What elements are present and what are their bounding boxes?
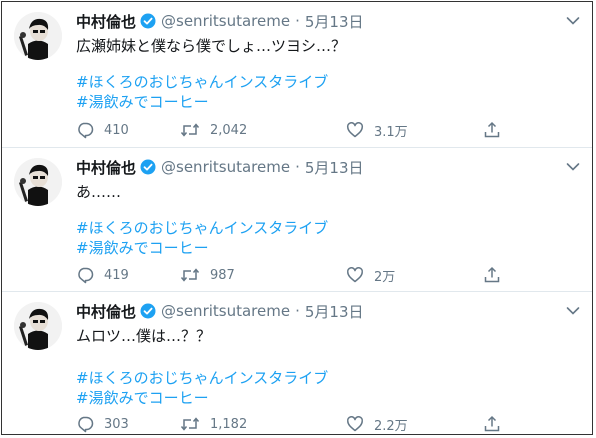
tweet-actions: 410 2,042 3.1万 [76, 120, 572, 140]
tweet-actions: 303 1,182 2.2万 [76, 414, 572, 434]
verified-badge-icon [140, 303, 156, 319]
tweet-1[interactable]: 中村倫也 @senritsutareme · 5月13日 広瀬姉妹と僕なら僕でし… [2, 2, 592, 148]
heart-icon [346, 267, 364, 283]
tweet-3[interactable]: 中村倫也 @senritsutareme · 5月13日 ムロツ…僕は…？？ #… [2, 292, 592, 434]
tweet-text: ムロツ…僕は…？？ [76, 327, 212, 345]
retweet-count: 2,042 [210, 122, 248, 138]
tweet-header: 中村倫也 @senritsutareme · 5月13日 [76, 157, 562, 177]
retweet-icon [180, 268, 200, 282]
separator-dot: · [295, 12, 300, 30]
tweet-list: 中村倫也 @senritsutareme · 5月13日 広瀬姉妹と僕なら僕でし… [1, 1, 593, 435]
like-count: 2万 [374, 269, 396, 285]
retweet-count: 987 [210, 267, 235, 283]
reply-icon [78, 122, 94, 139]
share-button[interactable] [483, 266, 511, 284]
hashtag-link[interactable]: #湯飲みでコーヒー [76, 238, 572, 258]
handle[interactable]: @senritsutareme [161, 12, 290, 30]
share-icon [484, 266, 500, 283]
tweet-date[interactable]: 5月13日 [305, 301, 364, 322]
retweet-count: 1,182 [210, 416, 248, 432]
share-button[interactable] [483, 121, 511, 139]
reply-button[interactable]: 410 [76, 121, 129, 139]
like-count: 2.2万 [374, 418, 408, 434]
tweet-text: あ…… [76, 183, 122, 201]
like-button[interactable]: 2.2万 [346, 415, 408, 434]
tweet-header: 中村倫也 @senritsutareme · 5月13日 [76, 11, 562, 31]
like-count: 3.1万 [374, 124, 408, 140]
tweet-header: 中村倫也 @senritsutareme · 5月13日 [76, 301, 562, 321]
heart-icon [346, 122, 364, 138]
tweet-date[interactable]: 5月13日 [305, 11, 364, 32]
avatar-image [14, 158, 62, 206]
hashtag-list: #ほくろのおじちゃんインスタライブ #湯飲みでコーヒー [76, 218, 572, 258]
chevron-down-icon[interactable] [564, 12, 582, 30]
display-name[interactable]: 中村倫也 [76, 157, 136, 178]
handle[interactable]: @senritsutareme [161, 302, 290, 320]
avatar[interactable] [14, 302, 62, 350]
display-name[interactable]: 中村倫也 [76, 11, 136, 32]
reply-icon [78, 267, 94, 284]
reply-count: 303 [104, 416, 129, 432]
hashtag-link[interactable]: #湯飲みでコーヒー [76, 388, 572, 408]
retweet-button[interactable]: 2,042 [180, 121, 247, 139]
separator-dot: · [295, 158, 300, 176]
handle[interactable]: @senritsutareme [161, 158, 290, 176]
avatar[interactable] [14, 158, 62, 206]
retweet-icon [180, 417, 200, 431]
reply-button[interactable]: 303 [76, 415, 129, 433]
hashtag-list: #ほくろのおじちゃんインスタライブ #湯飲みでコーヒー [76, 72, 572, 112]
retweet-icon [180, 123, 200, 137]
like-button[interactable]: 2万 [346, 266, 395, 285]
verified-badge-icon [140, 13, 156, 29]
avatar[interactable] [14, 12, 62, 60]
chevron-down-icon[interactable] [564, 158, 582, 176]
hashtag-link[interactable]: #ほくろのおじちゃんインスタライブ [76, 218, 572, 238]
tweet-text: 広瀬姉妹と僕なら僕でしょ…ツヨシ…？ [76, 37, 347, 55]
reply-count: 419 [104, 267, 129, 283]
avatar-image [14, 12, 62, 60]
hashtag-list: #ほくろのおじちゃんインスタライブ #湯飲みでコーヒー [76, 368, 572, 408]
verified-badge-icon [140, 159, 156, 175]
chevron-down-icon[interactable] [564, 302, 582, 320]
share-button[interactable] [483, 415, 511, 433]
retweet-button[interactable]: 1,182 [180, 415, 247, 433]
like-button[interactable]: 3.1万 [346, 121, 408, 140]
reply-count: 410 [104, 122, 129, 138]
hashtag-link[interactable]: #ほくろのおじちゃんインスタライブ [76, 72, 572, 92]
share-icon [484, 415, 500, 432]
tweet-date[interactable]: 5月13日 [305, 157, 364, 178]
heart-icon [346, 416, 364, 432]
reply-icon [78, 416, 94, 433]
tweet-2[interactable]: 中村倫也 @senritsutareme · 5月13日 あ…… #ほくろのおじ… [2, 148, 592, 292]
hashtag-link[interactable]: #ほくろのおじちゃんインスタライブ [76, 368, 572, 388]
display-name[interactable]: 中村倫也 [76, 301, 136, 322]
reply-button[interactable]: 419 [76, 266, 129, 284]
tweet-actions: 419 987 2万 [76, 265, 572, 285]
separator-dot: · [295, 302, 300, 320]
avatar-image [14, 302, 62, 350]
hashtag-link[interactable]: #湯飲みでコーヒー [76, 92, 572, 112]
share-icon [484, 121, 500, 138]
retweet-button[interactable]: 987 [180, 266, 235, 284]
